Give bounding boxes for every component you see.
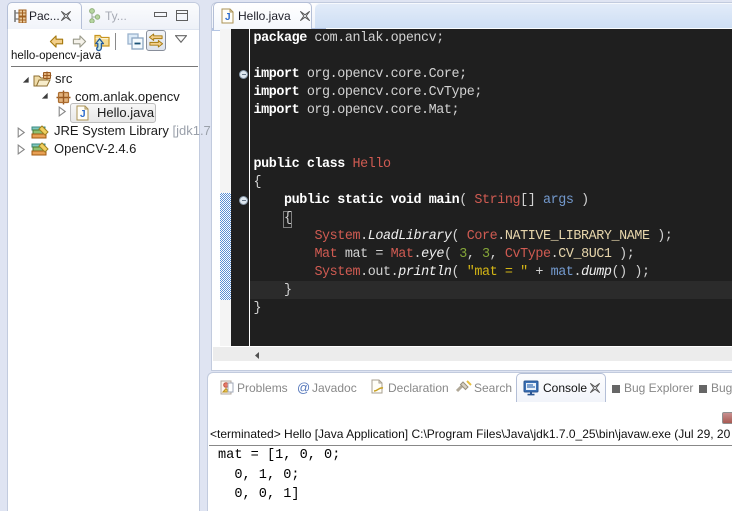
svg-text:J: J [225, 12, 231, 23]
svg-text:J: J [80, 109, 86, 120]
